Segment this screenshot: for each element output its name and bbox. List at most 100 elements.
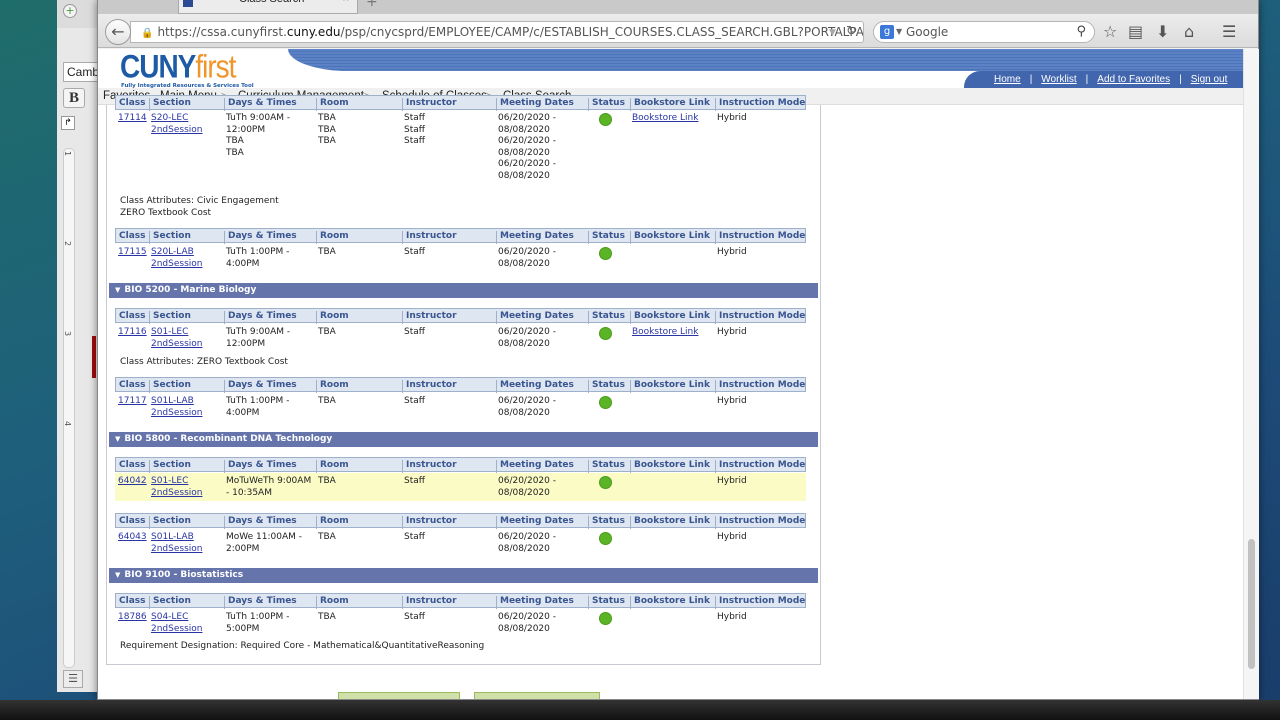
column-header-status[interactable]: Status (588, 380, 630, 393)
column-header-class[interactable]: Class (116, 460, 149, 473)
column-header-bookstore-link[interactable]: Bookstore Link (630, 596, 715, 609)
column-header-bookstore-link[interactable]: Bookstore Link (630, 231, 715, 244)
bookmark-star-icon[interactable]: ☆ (1103, 22, 1117, 41)
column-header-section[interactable]: Section (149, 380, 224, 393)
column-header-instruction-mode[interactable]: Instruction Mode (715, 380, 807, 393)
menu-icon[interactable]: ☰ (1222, 22, 1236, 41)
column-header-room[interactable]: Room (316, 516, 402, 529)
column-header-days-times[interactable]: Days & Times (224, 516, 316, 529)
search-bar[interactable]: g ▼ Google ⚲ (873, 21, 1095, 43)
column-header-room[interactable]: Room (316, 231, 402, 244)
column-header-bookstore-link[interactable]: Bookstore Link (630, 516, 715, 529)
column-header-section[interactable]: Section (149, 516, 224, 529)
class-number-link[interactable]: 17114 (118, 113, 147, 123)
section-link[interactable]: S20-LEC (151, 113, 188, 123)
back-button[interactable]: ← (105, 19, 131, 45)
column-header-room[interactable]: Room (316, 460, 402, 473)
column-header-bookstore-link[interactable]: Bookstore Link (630, 460, 715, 473)
session-link[interactable]: 2ndSession (151, 488, 202, 498)
class-number-link[interactable]: 18786 (118, 612, 147, 622)
bookstore-link[interactable]: Bookstore Link (632, 113, 698, 123)
collapse-triangle-icon[interactable]: ▼ (115, 435, 120, 443)
column-header-bookstore-link[interactable]: Bookstore Link (630, 311, 715, 324)
column-header-bookstore-link[interactable]: Bookstore Link (630, 380, 715, 393)
google-icon[interactable]: g (880, 25, 894, 39)
section-link[interactable]: S01-LEC (151, 476, 188, 486)
class-number-link[interactable]: 17117 (118, 396, 147, 406)
session-link[interactable]: 2ndSession (151, 125, 202, 135)
column-header-section[interactable]: Section (149, 596, 224, 609)
class-number-link[interactable]: 17116 (118, 327, 147, 337)
vertical-scrollbar[interactable] (1243, 49, 1259, 699)
column-header-meeting-dates[interactable]: Meeting Dates (496, 460, 588, 473)
column-header-status[interactable]: Status (588, 460, 630, 473)
home-icon[interactable]: ⌂ (1184, 22, 1194, 41)
session-link[interactable]: 2ndSession (151, 259, 202, 269)
column-header-section[interactable]: Section (149, 311, 224, 324)
reload-icon[interactable]: ↻ (846, 24, 857, 39)
session-link[interactable]: 2ndSession (151, 339, 202, 349)
column-header-class[interactable]: Class (116, 596, 149, 609)
column-header-class[interactable]: Class (116, 380, 149, 393)
session-link[interactable]: 2ndSession (151, 408, 202, 418)
column-header-room[interactable]: Room (316, 311, 402, 324)
column-header-instruction-mode[interactable]: Instruction Mode (715, 311, 807, 324)
section-link[interactable]: S01L-LAB (151, 532, 194, 542)
section-link[interactable]: S01-LEC (151, 327, 188, 337)
column-header-section[interactable]: Section (149, 231, 224, 244)
class-number-link[interactable]: 64042 (118, 476, 147, 486)
column-header-meeting-dates[interactable]: Meeting Dates (496, 311, 588, 324)
column-header-instructor[interactable]: Instructor (402, 380, 496, 393)
address-bar[interactable]: 🔒 https://cssa.cunyfirst.cuny.edu/psp/cny… (130, 21, 864, 43)
column-header-instructor[interactable]: Instructor (402, 596, 496, 609)
collapse-triangle-icon[interactable]: ▼ (115, 286, 120, 294)
column-header-status[interactable]: Status (588, 516, 630, 529)
course-header[interactable]: ▼ BIO 9100 - Biostatistics (109, 568, 818, 583)
column-header-meeting-dates[interactable]: Meeting Dates (496, 516, 588, 529)
class-number-link[interactable]: 17115 (118, 247, 147, 257)
section-link[interactable]: S20L-LAB (151, 247, 194, 257)
column-header-instruction-mode[interactable]: Instruction Mode (715, 231, 807, 244)
column-header-room[interactable]: Room (316, 380, 402, 393)
section-link[interactable]: S04-LEC (151, 612, 188, 622)
column-header-class[interactable]: Class (116, 311, 149, 324)
column-header-instruction-mode[interactable]: Instruction Mode (715, 516, 807, 529)
close-tab-icon[interactable]: × (343, 0, 349, 5)
indent-icon[interactable]: ↱ (61, 116, 75, 130)
reading-list-icon[interactable]: ▤ (1128, 22, 1143, 41)
column-header-meeting-dates[interactable]: Meeting Dates (496, 380, 588, 393)
search-icon[interactable]: ⚲ (1076, 22, 1086, 42)
tab-class-search[interactable]: Class Search × (178, 0, 358, 14)
add-to-favorites-link[interactable]: Add to Favorites (1097, 74, 1170, 85)
sign-out-link[interactable]: Sign out (1191, 74, 1228, 85)
search-engine-dropdown-icon[interactable]: ▼ (896, 22, 902, 42)
column-header-days-times[interactable]: Days & Times (224, 380, 316, 393)
column-header-status[interactable]: Status (588, 231, 630, 244)
modify-search-button[interactable] (474, 692, 600, 699)
class-number-link[interactable]: 64043 (118, 532, 147, 542)
session-link[interactable]: 2ndSession (151, 544, 202, 554)
scrollbar-thumb[interactable] (1248, 539, 1255, 669)
column-header-instruction-mode[interactable]: Instruction Mode (715, 460, 807, 473)
column-header-section[interactable]: Section (149, 460, 224, 473)
column-header-meeting-dates[interactable]: Meeting Dates (496, 231, 588, 244)
column-header-status[interactable]: Status (588, 311, 630, 324)
column-header-class[interactable]: Class (116, 516, 149, 529)
column-header-days-times[interactable]: Days & Times (224, 231, 316, 244)
column-header-instructor[interactable]: Instructor (402, 311, 496, 324)
column-header-days-times[interactable]: Days & Times (224, 596, 316, 609)
section-link[interactable]: S01L-LAB (151, 396, 194, 406)
url-history-dropdown-icon[interactable]: ▼ (829, 28, 836, 38)
column-header-days-times[interactable]: Days & Times (224, 460, 316, 473)
course-header[interactable]: ▼ BIO 5200 - Marine Biology (109, 283, 818, 298)
column-header-instruction-mode[interactable]: Instruction Mode (715, 596, 807, 609)
home-link[interactable]: Home (994, 74, 1021, 85)
column-header-status[interactable]: Status (588, 596, 630, 609)
list-menu-icon[interactable]: ☰ (63, 670, 83, 688)
new-document-icon[interactable]: + (63, 4, 77, 18)
worklist-link[interactable]: Worklist (1041, 74, 1076, 85)
column-header-instructor[interactable]: Instructor (402, 460, 496, 473)
column-header-meeting-dates[interactable]: Meeting Dates (496, 596, 588, 609)
bold-button[interactable]: B (63, 88, 85, 108)
column-header-days-times[interactable]: Days & Times (224, 311, 316, 324)
